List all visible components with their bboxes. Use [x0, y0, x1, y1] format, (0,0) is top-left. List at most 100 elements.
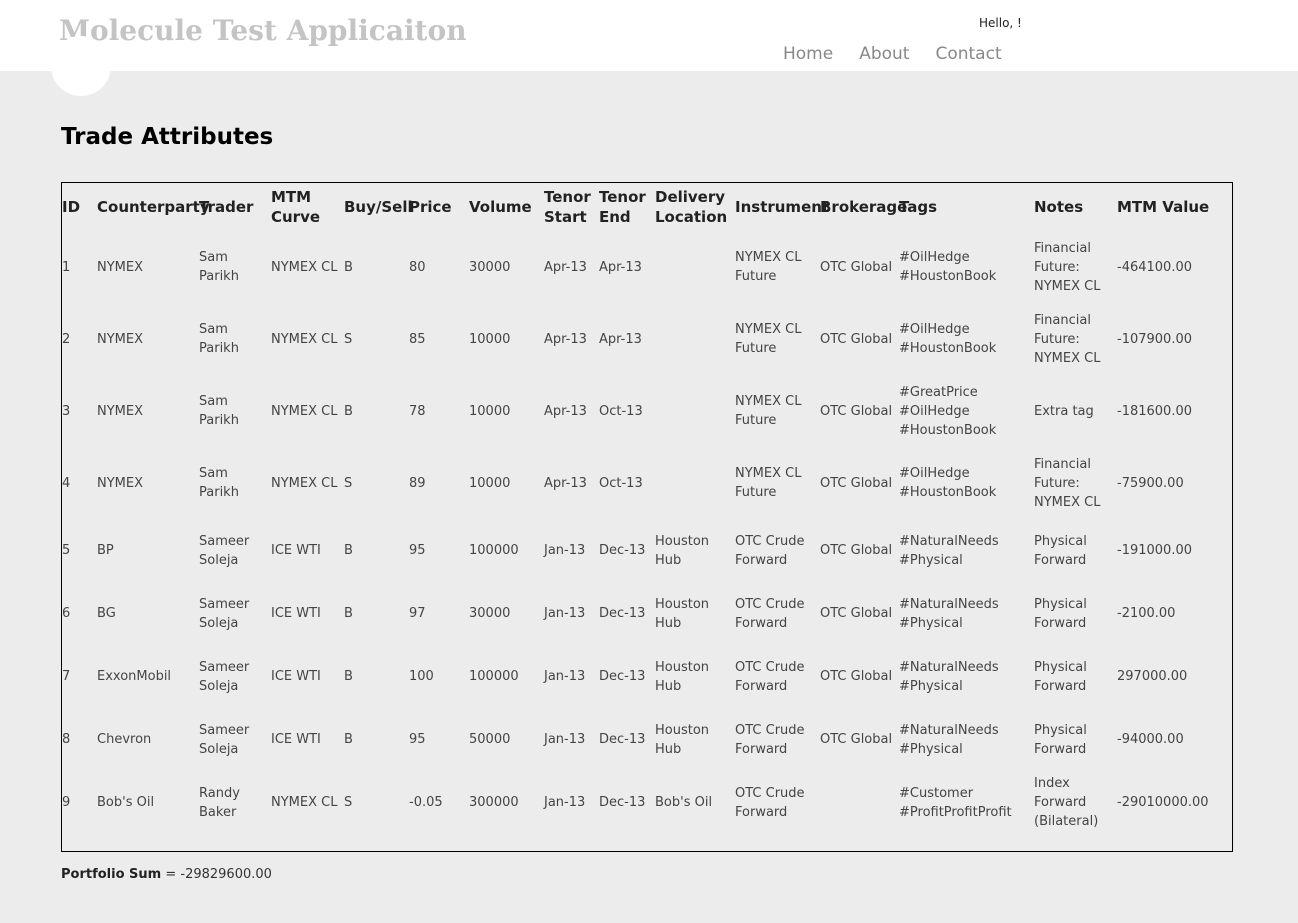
- table-cell: [655, 231, 735, 303]
- column-header: Buy/Sell: [344, 198, 413, 216]
- table-cell: Index Forward (Bilateral): [1034, 776, 1099, 829]
- table-cell: 300000: [469, 795, 519, 810]
- column-header: ID: [62, 198, 81, 216]
- table-cell: Dec-13: [599, 669, 646, 684]
- table-cell: ICE WTI: [271, 732, 321, 747]
- table-cell: S: [344, 795, 353, 810]
- table-row[interactable]: 4 NYMEX Sam Parikh NYMEX CL S 89 10000 Apr-13 Oc…: [62, 447, 1232, 519]
- table-cell: [655, 303, 735, 375]
- table-cell: BG: [97, 606, 116, 621]
- table-cell: 100000: [469, 669, 519, 684]
- table-cell: 9: [62, 795, 71, 810]
- table-cell: [820, 771, 899, 834]
- table-cell: [655, 375, 735, 447]
- main-nav: Home About Contact: [783, 44, 1028, 64]
- table-cell: 5: [62, 543, 71, 558]
- table-cell: 78: [409, 403, 426, 419]
- table-cell: 3: [62, 403, 71, 419]
- table-cell: B: [344, 606, 353, 621]
- table-cell: 10000: [469, 403, 511, 419]
- table-cell: ExxonMobil: [97, 669, 172, 684]
- table-cell: NYMEX: [97, 475, 144, 491]
- table-cell: BP: [97, 543, 114, 558]
- table-cell: Financial Future: NYMEX CL: [1034, 312, 1101, 366]
- table-cell: NYMEX CL: [271, 331, 338, 347]
- table-cell: -75900.00: [1117, 475, 1184, 491]
- table-cell: S: [344, 331, 353, 347]
- table-cell: Apr-13: [544, 259, 587, 275]
- table-cell: Physical Forward: [1034, 596, 1087, 631]
- table-row[interactable]: 3 NYMEX Sam Parikh NYMEX CL B 78 10000 Apr-13 Oc…: [62, 375, 1232, 447]
- logo-circle: [51, 36, 111, 96]
- table-cell: 97: [409, 606, 426, 621]
- table-cell: NYMEX CL Future: [735, 394, 802, 428]
- table-cell: 85: [409, 331, 426, 347]
- column-header: Tenor End: [599, 188, 646, 226]
- table-cell: Sam Parikh: [199, 322, 239, 356]
- table-cell: OTC Global: [820, 331, 893, 347]
- table-cell: Extra tag: [1034, 403, 1094, 419]
- nav-about-link[interactable]: About: [859, 44, 909, 64]
- table-cell: Jan-13: [544, 795, 586, 810]
- table-cell: Houston Hub: [655, 533, 710, 568]
- table-cell: Houston Hub: [655, 596, 710, 631]
- table-cell: NYMEX CL: [271, 795, 338, 810]
- table-cell: Chevron: [97, 732, 152, 747]
- table-row[interactable]: 1 NYMEX Sam Parikh NYMEX CL B 80 30000 Apr-13 Ap…: [62, 231, 1232, 303]
- table-cell: Jan-13: [544, 669, 586, 684]
- table-cell: #GreatPrice #OilHedge #HoustonBook: [899, 384, 997, 438]
- table-cell: 30000: [469, 606, 511, 621]
- table-row[interactable]: 7 ExxonMobil Sameer Soleja ICE WTI B 100 10000…: [62, 645, 1232, 708]
- table-cell: #NaturalNeeds #Physical: [899, 533, 999, 568]
- table-header-row: ID Counterparty Trader MTM Curve Buy/Sell Pri…: [62, 183, 1232, 231]
- table-cell: B: [344, 259, 353, 275]
- table-cell: Jan-13: [544, 543, 586, 558]
- table-cell: NYMEX CL Future: [735, 250, 802, 284]
- table-row[interactable]: 2 NYMEX Sam Parikh NYMEX CL S 85 10000 Apr-13 Ap…: [62, 303, 1232, 375]
- table-cell: Bob's Oil: [655, 795, 713, 810]
- table-row[interactable]: 5 BP Sameer Soleja ICE WTI B 95 100000 Jan-13 De…: [62, 519, 1232, 582]
- table-cell: Sameer Soleja: [199, 596, 250, 631]
- table-cell: Houston Hub: [655, 722, 710, 757]
- trade-table-container: ID Counterparty Trader MTM Curve Buy/Sell Pri…: [61, 182, 1233, 852]
- table-cell: 10000: [469, 475, 511, 491]
- table-cell: NYMEX CL: [271, 475, 338, 491]
- table-cell: 95: [409, 732, 426, 747]
- table-cell: 297000.00: [1117, 669, 1188, 684]
- site-title[interactable]: Molecule Test Applicaiton: [59, 14, 467, 47]
- portfolio-sum-value: -29829600.00: [180, 867, 272, 882]
- table-cell: OTC Crude Forward: [735, 533, 805, 568]
- table-cell: OTC Crude Forward: [735, 785, 805, 820]
- nav-home-link[interactable]: Home: [783, 44, 833, 64]
- table-row[interactable]: 6 BG Sameer Soleja ICE WTI B 97 30000 Jan-13 Dec…: [62, 582, 1232, 645]
- table-cell: Jan-13: [544, 606, 586, 621]
- table-cell: 4: [62, 475, 71, 491]
- table-cell: 10000: [469, 331, 511, 347]
- table-cell: Apr-13: [544, 403, 587, 419]
- table-cell: Sameer Soleja: [199, 722, 250, 757]
- nav-contact-link[interactable]: Contact: [935, 44, 1001, 64]
- table-cell: #NaturalNeeds #Physical: [899, 659, 999, 694]
- table-cell: 100: [409, 669, 434, 684]
- table-cell: Dec-13: [599, 795, 646, 810]
- column-header: Tenor Start: [544, 188, 591, 226]
- table-cell: ICE WTI: [271, 606, 321, 621]
- table-row[interactable]: 8 Chevron Sameer Soleja ICE WTI B 95 50000 Jan-…: [62, 708, 1232, 771]
- table-cell: NYMEX: [97, 331, 144, 347]
- table-cell: Financial Future: NYMEX CL: [1034, 240, 1101, 294]
- table-cell: [655, 447, 735, 519]
- table-cell: B: [344, 732, 353, 747]
- table-cell: Physical Forward: [1034, 722, 1087, 757]
- table-cell: -464100.00: [1117, 259, 1192, 275]
- table-cell: 2: [62, 331, 71, 347]
- page-title: Trade Attributes: [61, 124, 274, 150]
- table-row[interactable]: 9 Bob's Oil Randy Baker NYMEX CL S -0.05 30000…: [62, 771, 1232, 834]
- table-cell: Physical Forward: [1034, 659, 1087, 694]
- table-cell: Apr-13: [544, 475, 587, 491]
- table-cell: 95: [409, 543, 426, 558]
- table-cell: ICE WTI: [271, 543, 321, 558]
- column-header: Instrument: [735, 198, 830, 216]
- table-cell: -107900.00: [1117, 331, 1192, 347]
- column-header: Price: [409, 198, 452, 216]
- table-cell: Financial Future: NYMEX CL: [1034, 456, 1101, 510]
